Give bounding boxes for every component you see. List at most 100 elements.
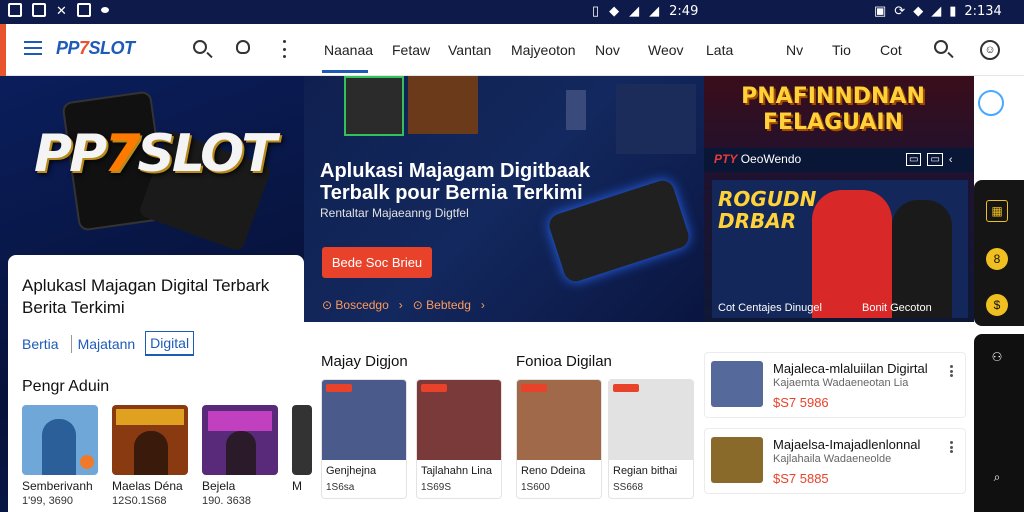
product-name: Tajlahahn Lina (421, 465, 492, 477)
status-bar: ✕ ▯ ◆ ◢ ◢ 2:49 ▣ ⟳ ◆ ◢ ▮ 2:134 (0, 0, 1024, 24)
product-image (322, 380, 406, 460)
wifi-icon: ◆ (913, 3, 924, 18)
more-vertical-icon[interactable] (950, 365, 953, 377)
more-vertical-icon[interactable] (950, 441, 953, 453)
nav-item-tio[interactable]: Tio (832, 42, 851, 58)
notification-icon (8, 3, 22, 17)
status-time: 2:49 (669, 3, 699, 19)
profile-button[interactable]: ☺ (980, 40, 1000, 60)
hero-logo-seven: 7 (104, 124, 140, 184)
chart-icon[interactable] (978, 90, 1004, 116)
nav-item-naanaa[interactable]: Naanaa (324, 42, 373, 58)
brand-suffix: SLOT (88, 38, 136, 58)
product-card[interactable]: Reno Ddeina 1S600 (516, 379, 602, 499)
thumb-image (22, 405, 98, 475)
banner-deco (566, 90, 586, 130)
nav-item-weov[interactable]: Weov (648, 42, 684, 58)
item-price: 1'99, 3690 (22, 495, 74, 507)
thumb-image (112, 405, 188, 475)
battery-icon: ▮ (949, 3, 957, 18)
banner-deco (616, 84, 696, 154)
chevron-left-icon[interactable]: ‹ (949, 154, 953, 166)
sync-icon: ⟳ (894, 3, 906, 18)
list-item[interactable]: M (292, 405, 312, 507)
nav-active-indicator (322, 70, 368, 73)
section-title: Fonioa Digilan (516, 353, 612, 370)
promo-controls: ▭ ▭ ‹ (906, 153, 953, 166)
tab-majatann[interactable]: Majatann (78, 333, 142, 355)
chevron-right-icon: › (480, 298, 485, 312)
rail-button[interactable]: 8 (986, 248, 1008, 270)
product-price: 1S6sa (326, 482, 355, 493)
nav-item-lata[interactable]: Lata (706, 42, 733, 58)
user-icon (236, 40, 250, 54)
hero-logo-prefix: PP (34, 124, 107, 184)
player-image (812, 190, 892, 318)
status-time-right: 2:134 (964, 3, 1002, 19)
list-item[interactable]: Bejela 190. 3638 (202, 405, 278, 507)
list-item-price: $S7 5986 (773, 395, 829, 410)
nav-item-nov[interactable]: Nov (595, 42, 620, 58)
list-item[interactable]: Semberivanh 1'99, 3690 (22, 405, 98, 507)
section-title: Majay Digjon (321, 353, 408, 370)
menu-icon[interactable] (24, 41, 42, 55)
more-button[interactable] (282, 40, 302, 60)
hero-logo-suffix: SLOT (137, 124, 276, 184)
item-name: M (292, 479, 302, 493)
nav-item-fetaw[interactable]: Fetaw (392, 42, 430, 58)
expand-icon[interactable]: ▭ (906, 153, 922, 166)
list-item[interactable]: Majaelsa-Imajadlenlonnal Kajlahaila Wada… (704, 428, 966, 494)
banner-link[interactable]: ⊙ Boscedgo (322, 298, 389, 312)
player-image (892, 200, 952, 318)
rail-button[interactable]: $ (986, 294, 1008, 316)
smile-icon: ☺ (984, 44, 996, 56)
brand-seven: 7 (79, 38, 89, 58)
promo-headline-line: PNAFINNDNAN (741, 84, 925, 109)
banner-link-label: Bebtedg (426, 298, 471, 312)
product-card[interactable]: Tajlahahn Lina 1S69S (416, 379, 502, 499)
grid-icon[interactable]: ▦ (986, 200, 1008, 222)
caption-icon[interactable]: ▭ (927, 153, 943, 166)
list-item[interactable]: Maelas Déna 12S0.1S68 (112, 405, 188, 507)
center-hero-banner[interactable]: Aplukasi Majagam Digitbaak Terbalk pour … (304, 76, 704, 322)
people-icon[interactable]: ⚇ (986, 346, 1008, 368)
app-icon (32, 3, 46, 17)
banner-link[interactable]: ⊙ Bebtedg (413, 298, 471, 312)
promo-footer-left: Cot Centajes Dinugel (718, 302, 822, 314)
search-button[interactable] (193, 40, 213, 60)
product-name: Regian bithai (613, 465, 678, 477)
product-card[interactable]: Genjhejna 1S6sa (321, 379, 407, 499)
promo-brand: PTY OeoWendo (714, 152, 801, 166)
close-icon: ✕ (56, 3, 67, 18)
signal-icon: ◢ (649, 3, 660, 18)
brand-logo[interactable]: PP7SLOT (56, 38, 135, 59)
left-card-tabs: Bertia Majatann Digital (22, 331, 195, 356)
promo-headline-line: FELAGUAIN (763, 110, 903, 135)
product-price: SS668 (613, 482, 644, 493)
right-promo-banner[interactable]: PNAFINNDNAN FELAGUAIN PTY OeoWendo ▭ ▭ ‹… (704, 76, 974, 322)
promo-card-line: ROGUDN (718, 187, 817, 211)
list-item-subtitle: Kajaemta Wadaeneotan Lia (773, 377, 909, 389)
banner-thumb (408, 76, 478, 134)
nav-item-cot[interactable]: Cot (880, 42, 902, 58)
list-item[interactable]: Majaleca-mlaluiilan Digirtal Kajaemta Wa… (704, 352, 966, 418)
nav-item-vantan[interactable]: Vantan (448, 42, 491, 58)
section-title-pengr: Pengr Aduin (22, 378, 110, 395)
product-image (517, 380, 601, 460)
item-name: Semberivanh (22, 479, 93, 493)
wifi-icon: ◆ (609, 3, 620, 18)
product-badge (326, 384, 352, 392)
nav-item-nv[interactable]: Nv (786, 42, 803, 58)
banner-cta-button[interactable]: Bede Soc Brieu (322, 247, 432, 278)
tab-digital[interactable]: Digital (145, 331, 195, 356)
nav-item-majyeoton[interactable]: Majyeoton (511, 42, 576, 58)
more-vertical-icon (282, 40, 286, 58)
tab-bertia[interactable]: Bertia (22, 333, 65, 355)
account-button[interactable] (236, 40, 256, 60)
product-card[interactable]: Regian bithai SS668 (608, 379, 694, 499)
product-name: Genjhejna (326, 465, 377, 477)
list-item-title: Majaelsa-Imajadlenlonnal (773, 437, 921, 452)
nav-search-button[interactable] (934, 40, 954, 60)
search-icon[interactable]: ⌕ (986, 466, 1008, 488)
dot-icon (100, 7, 109, 13)
